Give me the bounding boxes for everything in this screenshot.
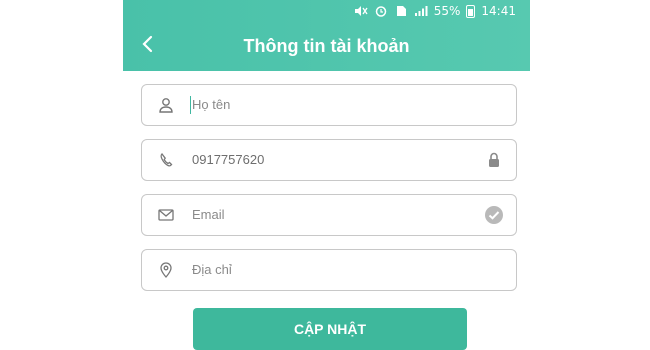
status-bar: 55% 14:41 (123, 0, 530, 24)
check-circle-icon (485, 206, 503, 224)
person-icon (159, 98, 173, 113)
phone-input[interactable]: 0917757620 (192, 152, 264, 167)
clock: 14:41 (481, 4, 516, 18)
mail-icon (158, 209, 174, 221)
sim-icon (396, 6, 406, 16)
name-field[interactable]: Họ tên (141, 84, 517, 126)
name-input[interactable]: Họ tên (192, 97, 230, 112)
signal-icon (414, 6, 428, 16)
app-bar: 55% 14:41 Thông tin tài khoản (123, 0, 530, 71)
address-input[interactable]: Địa chỉ (192, 262, 232, 277)
text-cursor (190, 96, 191, 114)
alarm-icon (375, 6, 386, 17)
email-input[interactable]: Email (192, 207, 225, 222)
phone-screen: 55% 14:41 Thông tin tài khoản Họ tên 091… (123, 0, 530, 350)
update-button[interactable]: CẬP NHẬT (193, 308, 467, 350)
phone-field[interactable]: 0917757620 (141, 139, 517, 181)
status-icons: 55% 14:41 (354, 4, 516, 18)
lock-icon (489, 152, 499, 167)
mute-icon (354, 6, 368, 16)
page-title: Thông tin tài khoản (243, 36, 410, 56)
battery-icon (466, 4, 476, 18)
battery-percent: 55% (433, 4, 461, 18)
address-field[interactable]: Địa chỉ (141, 249, 517, 291)
location-pin-icon (160, 262, 172, 278)
email-field[interactable]: Email (141, 194, 517, 236)
phone-icon (160, 153, 173, 167)
